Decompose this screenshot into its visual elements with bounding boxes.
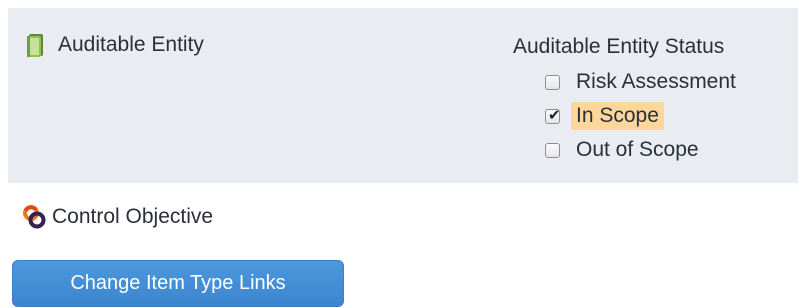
out-of-scope-checkbox[interactable] [545, 142, 560, 158]
status-option-in-scope[interactable]: ✔ In Scope [513, 99, 741, 133]
status-title: Auditable Entity Status [513, 35, 725, 58]
control-objective-label: Control Objective [52, 205, 214, 228]
auditable-entity-label: Auditable Entity [58, 33, 204, 56]
out-of-scope-label[interactable]: Out of Scope [571, 136, 704, 164]
book-icon [25, 32, 47, 58]
checkmark-icon: ✔ [548, 105, 561, 124]
in-scope-checkbox[interactable]: ✔ [545, 105, 561, 124]
auditable-entity-header: Auditable Entity [25, 32, 204, 58]
status-option-out-of-scope[interactable]: Out of Scope [513, 133, 741, 167]
risk-assessment-checkbox[interactable] [545, 74, 560, 90]
in-scope-label[interactable]: In Scope [571, 102, 664, 130]
auditable-entity-panel: Auditable Entity Auditable Entity Status… [8, 8, 798, 183]
control-objective-icon [22, 205, 48, 229]
linked-item-control-objective: Control Objective [22, 205, 213, 229]
change-item-type-links-button[interactable]: Change Item Type Links [12, 260, 344, 307]
status-option-risk-assessment[interactable]: Risk Assessment [513, 65, 741, 99]
status-checkbox-group: Auditable Entity Status Risk Assessment … [513, 35, 741, 167]
risk-assessment-label[interactable]: Risk Assessment [571, 68, 741, 96]
